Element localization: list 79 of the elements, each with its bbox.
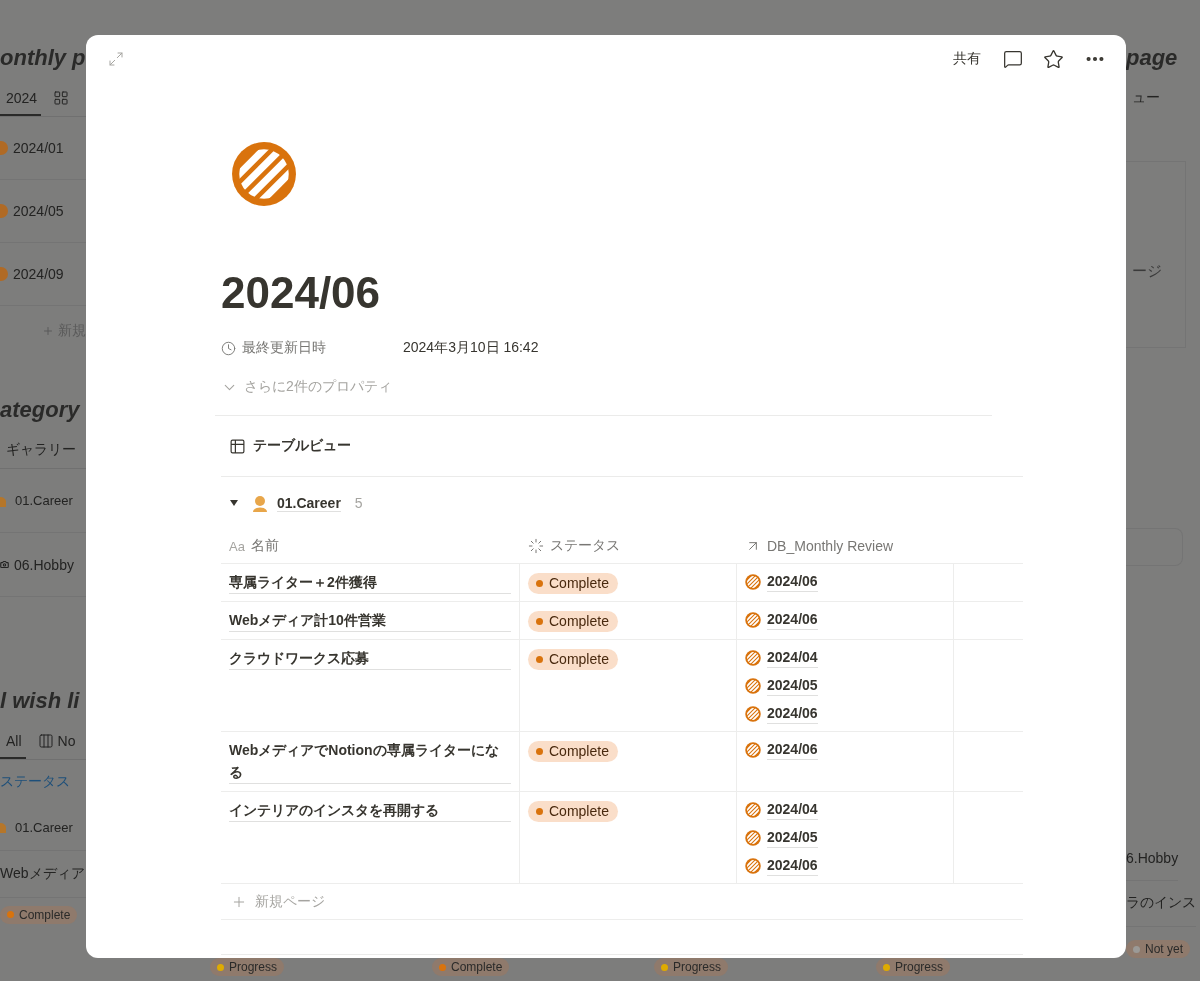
status-tag: Progress bbox=[210, 958, 285, 976]
status-tag: Progress bbox=[654, 958, 729, 976]
view-tab[interactable]: ギャラリー bbox=[0, 434, 80, 468]
striped-circle-icon bbox=[745, 677, 761, 694]
relation-link[interactable]: 2024/05 bbox=[745, 675, 818, 696]
task-name[interactable]: Webメディア計10件営業 bbox=[229, 609, 511, 632]
status-tag: Progress bbox=[876, 958, 951, 976]
list-item[interactable]: 6.Hobby bbox=[1126, 850, 1179, 867]
striped-circle-icon bbox=[745, 741, 761, 758]
striped-circle-icon bbox=[231, 141, 297, 207]
striped-circle-icon bbox=[745, 801, 761, 818]
status-dot bbox=[536, 656, 543, 663]
relation-link[interactable]: 2024/06 bbox=[745, 609, 818, 630]
view-tab[interactable]: テーブルビュー bbox=[221, 416, 351, 476]
list-item[interactable]: 01.Career bbox=[15, 493, 73, 508]
task-name[interactable]: 専属ライター＋2件獲得 bbox=[229, 571, 511, 594]
relation-link[interactable]: 2024/06 bbox=[745, 571, 818, 592]
status-dot bbox=[536, 748, 543, 755]
status-tag: Complete bbox=[528, 649, 618, 670]
status-type-icon bbox=[528, 538, 544, 554]
column-header[interactable]: 名前 bbox=[250, 537, 279, 555]
camera-icon bbox=[0, 560, 9, 569]
plus-icon bbox=[42, 324, 54, 338]
status-tag: Complete bbox=[528, 801, 618, 822]
status-tag: Complete bbox=[0, 905, 78, 924]
grid-icon bbox=[53, 90, 70, 106]
relation-link[interactable]: 2024/05 bbox=[745, 827, 818, 848]
column-header[interactable]: ステータス bbox=[550, 537, 620, 555]
table-icon bbox=[229, 437, 246, 455]
relation-link[interactable]: 2024/04 bbox=[745, 647, 818, 668]
more-properties-toggle[interactable]: さらに2件のプロパティ bbox=[221, 365, 392, 409]
striped-circle-icon bbox=[745, 705, 761, 722]
list-item[interactable]: 01.Career bbox=[15, 819, 73, 835]
task-name[interactable]: WebメディアでNotionの専属ライターになる bbox=[229, 739, 511, 784]
clock-icon bbox=[221, 340, 236, 356]
share-button[interactable]: 共有 bbox=[947, 46, 987, 72]
list-item[interactable]: 2024/01 bbox=[13, 140, 64, 156]
new-page-button[interactable]: 新規ページ bbox=[221, 884, 1023, 920]
striped-circle-icon bbox=[745, 829, 761, 846]
view-tab[interactable]: All bbox=[0, 725, 26, 759]
status-tag: Complete bbox=[528, 573, 618, 594]
status-tag: Complete bbox=[528, 611, 618, 632]
view-tab[interactable]: No bbox=[31, 725, 80, 759]
column-header[interactable]: DB_Monthly Review bbox=[767, 538, 894, 554]
property-value: 2024年3月10日 16:42 bbox=[403, 339, 539, 357]
relation-link[interactable]: 2024/06 bbox=[745, 703, 818, 724]
board-icon bbox=[37, 733, 54, 749]
section-heading: onthly p bbox=[0, 44, 86, 72]
status-tag: Complete bbox=[528, 741, 618, 762]
list-item[interactable]: Webメディア bbox=[0, 865, 85, 883]
group-name[interactable]: 01.Career bbox=[277, 494, 341, 512]
list-item[interactable]: 2024/05 bbox=[13, 203, 64, 219]
page-title: 2024/06 bbox=[221, 267, 382, 319]
striped-circle-icon bbox=[745, 573, 761, 590]
list-item[interactable]: ラのインス bbox=[1126, 894, 1196, 913]
status-dot bbox=[536, 580, 543, 587]
list-item[interactable]: 2024/09 bbox=[13, 266, 64, 282]
relation-link[interactable]: 2024/06 bbox=[745, 739, 818, 760]
striped-circle-icon bbox=[745, 611, 761, 628]
section-heading: ategory bbox=[0, 396, 81, 424]
group-count: 5 bbox=[354, 495, 363, 511]
status-tag: Complete bbox=[432, 958, 510, 976]
task-name[interactable]: インテリアのインスタを再開する bbox=[229, 799, 511, 822]
task-name[interactable]: クラウドワークス応募 bbox=[229, 647, 511, 670]
striped-circle-icon bbox=[745, 857, 761, 874]
list-item[interactable]: 06.Hobby bbox=[14, 556, 74, 573]
view-tab[interactable]: ュー bbox=[1126, 82, 1164, 117]
view-tab[interactable]: 2024 bbox=[0, 82, 42, 116]
section-heading: l wish li bbox=[0, 687, 81, 715]
striped-circle-icon bbox=[745, 649, 761, 666]
status-tag: Not yet bbox=[1126, 940, 1190, 958]
text-type-icon: Aa bbox=[229, 538, 245, 554]
property-name: 最終更新日時 bbox=[242, 339, 326, 357]
relation-link[interactable]: 2024/06 bbox=[745, 855, 818, 876]
card-text: ージ bbox=[1132, 261, 1162, 279]
status-dot bbox=[536, 808, 543, 815]
section-heading: page bbox=[1126, 44, 1178, 72]
relation-link[interactable]: 2024/04 bbox=[745, 799, 818, 820]
status-dot bbox=[536, 618, 543, 625]
